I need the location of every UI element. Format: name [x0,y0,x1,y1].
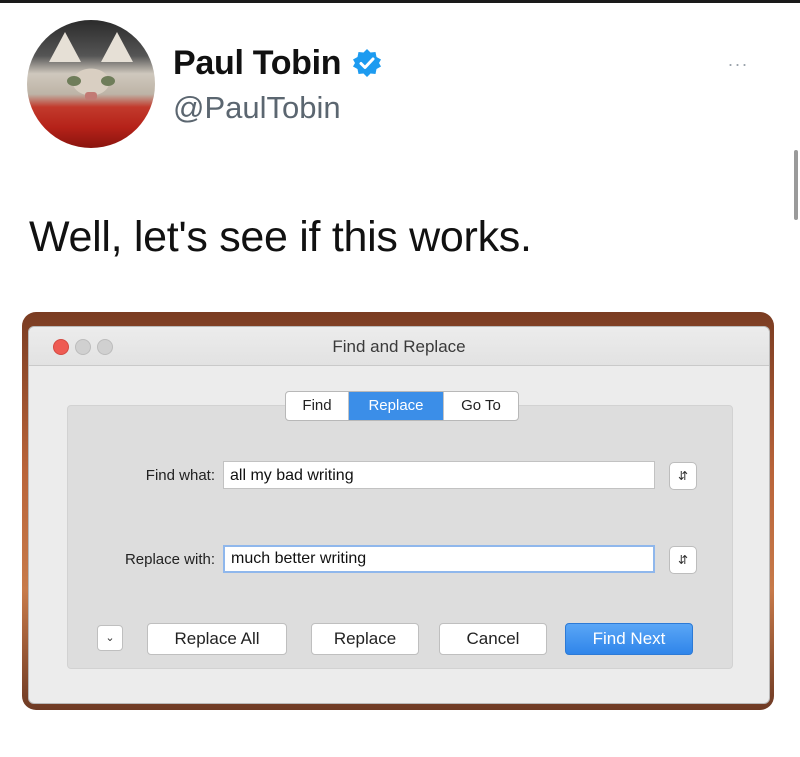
replace-with-history-stepper[interactable]: ⇵ [669,546,697,574]
tab-bar: Find Replace Go To [285,391,519,421]
find-next-button[interactable]: Find Next [565,623,693,655]
titlebar: Find and Replace [29,327,769,366]
tab-replace[interactable]: Replace [349,392,443,420]
verified-badge-icon [353,49,381,77]
cat-eye-left [67,76,81,86]
tab-go-to[interactable]: Go To [443,392,518,420]
cat-ear-right [101,32,133,62]
attached-image[interactable]: Find and Replace Find Replace Go To Find… [22,312,774,710]
cat-eye-right [101,76,115,86]
replace-button[interactable]: Replace [311,623,419,655]
replace-all-button[interactable]: Replace All [147,623,287,655]
find-what-field[interactable]: all my bad writing [223,461,655,489]
scrollbar[interactable] [794,150,798,220]
find-what-history-stepper[interactable]: ⇵ [669,462,697,490]
top-border [0,0,800,3]
cat-nose [85,92,97,100]
avatar[interactable] [27,20,155,148]
find-what-label: Find what: [145,467,215,484]
tab-find[interactable]: Find [286,392,349,420]
more-icon[interactable]: ... [728,50,749,71]
chevron-down-icon[interactable]: ⌄ [97,625,123,651]
find-replace-dialog: Find and Replace Find Replace Go To Find… [28,326,770,704]
author-handle[interactable]: @PaulTobin [173,90,341,126]
cat-ear-left [49,32,81,62]
replace-with-field[interactable]: much better writing [223,545,655,573]
replace-with-label: Replace with: [124,551,215,568]
author-name[interactable]: Paul Tobin [173,44,342,83]
tweet-text: Well, let's see if this works. [29,213,532,261]
dialog-title: Find and Replace [332,337,466,356]
cancel-button[interactable]: Cancel [439,623,547,655]
